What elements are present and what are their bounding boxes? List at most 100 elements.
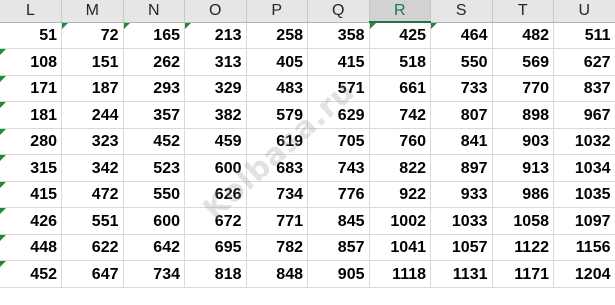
cell-s-10[interactable]: 1131 [430,260,493,288]
cell-t-4[interactable]: 898 [492,101,554,129]
cell-s-5[interactable]: 841 [430,128,493,155]
cell-q-8[interactable]: 845 [307,207,370,235]
cell-q-10[interactable]: 905 [307,260,370,288]
cell-p-8[interactable]: 771 [246,207,308,235]
column-header-s[interactable]: S [430,0,493,23]
cell-r-10[interactable]: 1118 [369,260,431,288]
cell-r-5[interactable]: 760 [369,128,431,155]
cell-m-3[interactable]: 187 [61,75,124,102]
cell-t-5[interactable]: 903 [492,128,554,155]
cell-l-9[interactable]: 448 [0,234,62,261]
cell-q-1[interactable]: 358 [307,22,370,49]
spreadsheet-grid[interactable]: LMNOPQRSTU 51 72 165 213 258 358 425 464 482 511 1… [0,0,615,305]
cell-q-9[interactable]: 857 [307,234,370,261]
cell-u-9[interactable]: 1156 [553,234,615,261]
column-header-t[interactable]: T [492,0,554,23]
cell-u-6[interactable]: 1034 [553,154,615,182]
cell-s-2[interactable]: 550 [430,48,493,76]
cell-p-2[interactable]: 405 [246,48,308,76]
cell-s-9[interactable]: 1057 [430,234,493,261]
cell-s-4[interactable]: 807 [430,101,493,129]
column-header-u[interactable]: U [553,0,615,23]
column-header-q[interactable]: Q [307,0,370,23]
cell-t-8[interactable]: 1058 [492,207,554,235]
cell-u-3[interactable]: 837 [553,75,615,102]
cell-q-5[interactable]: 705 [307,128,370,155]
cell-o-10[interactable]: 818 [184,260,247,288]
cell-q-4[interactable]: 629 [307,101,370,129]
cell-q-3[interactable]: 571 [307,75,370,102]
cell-m-6[interactable]: 342 [61,154,124,182]
column-header-p[interactable]: P [246,0,308,23]
cell-p-5[interactable]: 619 [246,128,308,155]
cell-t-9[interactable]: 1122 [492,234,554,261]
cell-o-4[interactable]: 382 [184,101,247,129]
cell-r-9[interactable]: 1041 [369,234,431,261]
cell-o-1[interactable]: 213 [184,22,247,49]
cell-n-6[interactable]: 523 [123,154,185,182]
cell-m-1[interactable]: 72 [61,22,124,49]
cell-o-8[interactable]: 672 [184,207,247,235]
cell-t-6[interactable]: 913 [492,154,554,182]
cell-s-7[interactable]: 933 [430,181,493,208]
cell-s-1[interactable]: 464 [430,22,493,49]
cell-m-8[interactable]: 551 [61,207,124,235]
cell-p-10[interactable]: 848 [246,260,308,288]
cell-q-7[interactable]: 776 [307,181,370,208]
cell-q-6[interactable]: 743 [307,154,370,182]
cell-r-4[interactable]: 742 [369,101,431,129]
cell-n-4[interactable]: 357 [123,101,185,129]
cell-m-5[interactable]: 323 [61,128,124,155]
cell-r-8[interactable]: 1002 [369,207,431,235]
cell-u-1[interactable]: 511 [553,22,615,49]
cell-t-2[interactable]: 569 [492,48,554,76]
cell-n-8[interactable]: 600 [123,207,185,235]
cell-l-7[interactable]: 415 [0,181,62,208]
column-header-r[interactable]: R [369,0,431,23]
cell-n-3[interactable]: 293 [123,75,185,102]
column-header-l[interactable]: L [0,0,62,23]
cell-p-9[interactable]: 782 [246,234,308,261]
column-header-o[interactable]: O [184,0,247,23]
cell-n-5[interactable]: 452 [123,128,185,155]
cell-s-8[interactable]: 1033 [430,207,493,235]
cell-l-4[interactable]: 181 [0,101,62,129]
cell-r-6[interactable]: 822 [369,154,431,182]
cell-l-10[interactable]: 452 [0,260,62,288]
cell-m-9[interactable]: 622 [61,234,124,261]
cell-n-2[interactable]: 262 [123,48,185,76]
cell-o-6[interactable]: 600 [184,154,247,182]
cell-o-2[interactable]: 313 [184,48,247,76]
cell-m-7[interactable]: 472 [61,181,124,208]
cell-u-10[interactable]: 1204 [553,260,615,288]
cell-l-3[interactable]: 171 [0,75,62,102]
cell-o-9[interactable]: 695 [184,234,247,261]
cell-n-1[interactable]: 165 [123,22,185,49]
cell-n-10[interactable]: 734 [123,260,185,288]
cell-l-2[interactable]: 108 [0,48,62,76]
cell-n-7[interactable]: 550 [123,181,185,208]
cell-s-6[interactable]: 897 [430,154,493,182]
cell-o-5[interactable]: 459 [184,128,247,155]
cell-t-7[interactable]: 986 [492,181,554,208]
cell-p-1[interactable]: 258 [246,22,308,49]
cell-m-2[interactable]: 151 [61,48,124,76]
cell-p-4[interactable]: 579 [246,101,308,129]
cell-l-6[interactable]: 315 [0,154,62,182]
cell-o-7[interactable]: 626 [184,181,247,208]
cell-t-10[interactable]: 1171 [492,260,554,288]
cell-l-1[interactable]: 51 [0,22,62,49]
cell-s-3[interactable]: 733 [430,75,493,102]
cell-r-3[interactable]: 661 [369,75,431,102]
cell-u-8[interactable]: 1097 [553,207,615,235]
cell-u-7[interactable]: 1035 [553,181,615,208]
cell-t-3[interactable]: 770 [492,75,554,102]
cell-r-7[interactable]: 922 [369,181,431,208]
cell-p-6[interactable]: 683 [246,154,308,182]
cell-q-2[interactable]: 415 [307,48,370,76]
cell-o-3[interactable]: 329 [184,75,247,102]
cell-u-4[interactable]: 967 [553,101,615,129]
column-header-n[interactable]: N [123,0,185,23]
cell-l-8[interactable]: 426 [0,207,62,235]
cell-t-1[interactable]: 482 [492,22,554,49]
